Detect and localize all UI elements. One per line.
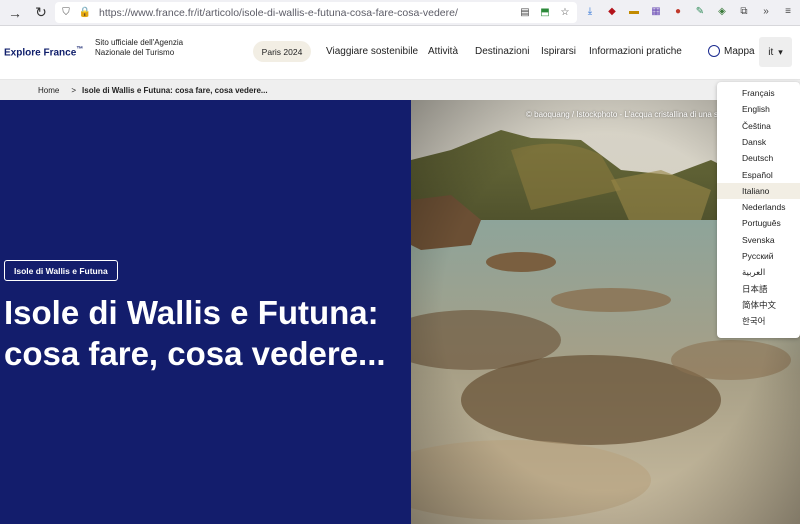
language-option[interactable]: Русский [717, 248, 800, 264]
nav-item-destinations[interactable]: Destinazioni [475, 46, 529, 57]
language-option[interactable]: Dansk [717, 134, 800, 150]
nav-item-practical-info[interactable]: Informazioni pratiche [589, 46, 682, 57]
forward-arrow-icon[interactable]: → [4, 2, 26, 24]
nav-item-sustainable[interactable]: Viaggiare sostenibile [326, 46, 418, 57]
puzzle-icon[interactable]: ⧉ [736, 3, 752, 19]
extension-icon[interactable]: ● [670, 3, 686, 19]
overflow-icon[interactable]: » [758, 3, 774, 19]
reader-view-icon[interactable]: ▤ [517, 4, 533, 20]
extension-icon[interactable]: ▦ [648, 3, 664, 19]
shield-icon[interactable]: ⛉ [58, 5, 74, 21]
photo-credit: © baoquang / Istockphoto - L'acqua crist… [526, 110, 723, 119]
chevron-down-icon: ▾ [778, 46, 783, 57]
page-title: Isole di Wallis e Futuna: cosa fare, cos… [4, 294, 386, 372]
language-option[interactable]: Svenska [717, 232, 800, 248]
language-option[interactable]: 한국어 [717, 313, 800, 329]
language-option[interactable]: Español [717, 167, 800, 183]
language-dropdown: Français English Čeština Dansk Deutsch Españo… [717, 82, 800, 338]
ublock-icon[interactable]: ◆ [604, 3, 620, 19]
breadcrumb: Home > Isole di Wallis e Futuna: cosa fa… [0, 80, 800, 100]
extension-icon[interactable]: ◈ [714, 3, 730, 19]
language-current: it [768, 46, 774, 58]
language-option[interactable]: Português [717, 215, 800, 231]
browser-toolbar: → ↻ ⛉ 🔒 https://www.france.fr/it/articol… [0, 0, 800, 26]
bookmark-star-icon[interactable]: ☆ [557, 4, 573, 20]
site-header: Explore France™ Sito ufficiale dell'Agen… [0, 26, 800, 80]
language-option[interactable]: Italiano [717, 182, 800, 199]
language-option[interactable]: العربية [717, 264, 800, 280]
extensions-area: ⤓ ◆ ▬ ▦ ● ✎ ◈ ⧉ » ≡ [582, 3, 796, 19]
breadcrumb-separator-icon: > [71, 85, 77, 95]
language-option[interactable]: 日本語 [717, 281, 800, 297]
map-button[interactable]: Mappa [708, 45, 755, 57]
language-option[interactable]: Nederlands [717, 199, 800, 215]
language-option[interactable]: English [717, 101, 800, 117]
language-option[interactable]: 简体中文 [717, 297, 800, 313]
address-bar[interactable]: ⛉ 🔒 https://www.france.fr/it/articolo/is… [55, 2, 577, 23]
map-label: Mappa [724, 45, 755, 57]
extension-icon[interactable]: ▬ [626, 3, 642, 19]
url-text[interactable]: https://www.france.fr/it/articolo/isole-… [99, 7, 519, 19]
lock-icon: 🔒 [78, 7, 92, 18]
menu-icon[interactable]: ≡ [780, 3, 796, 19]
map-icon [708, 45, 720, 57]
breadcrumb-home[interactable]: Home [38, 86, 59, 95]
download-icon[interactable]: ⤓ [582, 3, 598, 19]
language-option[interactable]: Français [717, 85, 800, 101]
nav-item-inspire[interactable]: Ispirarsi [541, 46, 576, 57]
destination-tag[interactable]: Isole di Wallis e Futuna [4, 260, 118, 281]
language-option[interactable]: Čeština [717, 118, 800, 134]
translate-icon[interactable]: ⬒ [537, 4, 553, 20]
nav-item-activities[interactable]: Attività [428, 46, 458, 57]
breadcrumb-current: Isole di Wallis e Futuna: cosa fare, cos… [82, 85, 268, 95]
site-logo[interactable]: Explore France™ [4, 46, 83, 58]
language-option[interactable]: Deutsch [717, 150, 800, 166]
logo-text: Explore France [4, 47, 77, 59]
language-selector[interactable]: it ▾ [759, 37, 792, 67]
logo-tm: ™ [76, 46, 84, 53]
reload-icon[interactable]: ↻ [30, 2, 52, 24]
site-tagline: Sito ufficiale dell'Agenzia Nazionale de… [95, 38, 184, 57]
pen-icon[interactable]: ✎ [692, 3, 708, 19]
hero-panel: Isole di Wallis e Futuna Isole di Wallis… [0, 100, 411, 524]
paris-2024-button[interactable]: Paris 2024 [253, 41, 311, 62]
